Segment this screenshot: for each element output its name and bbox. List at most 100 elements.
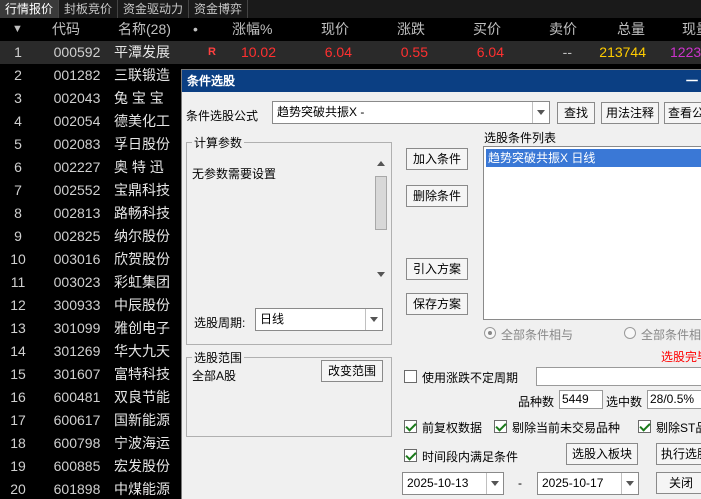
chevron-down-icon[interactable] [486,473,503,494]
radio-all-and-label: 全部条件相与 [501,328,574,342]
params-scrollbar[interactable] [374,158,388,280]
cell-code: 301607 [53,366,101,382]
change-range-button[interactable]: 改变范围 [321,360,383,382]
header-cur-volume[interactable]: 现量 [682,18,701,41]
cell-name: 平潭发展 [114,44,170,60]
cell-index: 7 [14,182,22,198]
header-name[interactable]: 名称(28) [118,18,171,41]
exclude-untraded-label: 剔除当前未交易品种 [512,421,621,435]
cell-name: 路畅科技 [114,205,170,221]
table-row[interactable]: 1 000592 平潭发展 R 10.02 6.04 0.55 6.04 -- 213744 122… [0,41,701,64]
header-volume[interactable]: 总量 [617,18,645,41]
date-separator: - [518,476,522,490]
use-period-checkbox[interactable] [404,370,417,383]
cell-index: 15 [10,366,26,382]
sort-arrow-icon[interactable]: ▼ [12,18,23,41]
cell-index: 13 [10,320,26,336]
params-group-title: 计算参数 [192,134,245,151]
tab-bar: 行情报价 封板竞价 资金驱动力 资金博弈 [0,0,701,18]
cell-code: 002552 [53,182,101,198]
add-condition-button[interactable]: 加入条件 [406,148,468,170]
formula-select[interactable]: 趋势突破共振X - [272,101,550,124]
exclude-untraded-checkbox[interactable] [494,420,507,433]
condition-list-label: 选股条件列表 [484,131,557,145]
date-to-select[interactable]: 2025-10-17 [537,472,639,495]
dialog-title-bar[interactable]: 条件选股 一 [182,70,701,92]
cell-code: 301269 [53,343,101,359]
cell-change-pct: 10.02 [240,44,276,60]
cell-name: 三联锻造 [114,67,170,83]
header-change[interactable]: 涨跌 [397,18,425,41]
radio-all-or[interactable] [624,327,636,339]
date-to-value: 2025-10-17 [542,476,604,490]
cell-cur-volume: 1223 [670,44,701,60]
condition-list[interactable]: 趋势突破共振X 日线 [483,146,701,320]
scroll-down-icon[interactable] [377,272,385,277]
dialog-title: 条件选股 [187,74,236,88]
condition-list-item[interactable]: 趋势突破共振X 日线 [486,149,701,167]
header-bid[interactable]: 买价 [473,18,501,41]
scroll-thumb[interactable] [375,176,387,230]
header-change-pct[interactable]: 涨幅% [232,18,272,41]
cell-index: 16 [10,389,26,405]
cell-index: 3 [14,90,22,106]
cell-name: 雅创电子 [114,320,170,336]
cell-code: 300933 [53,297,101,313]
minimize-icon[interactable]: 一 [686,70,698,92]
scroll-up-icon[interactable] [377,161,385,166]
tab-fund-drive[interactable]: 资金驱动力 [118,0,190,18]
formula-label: 条件选股公式 [186,109,259,123]
header-code[interactable]: 代码 [52,18,80,41]
cell-name: 华大九天 [114,343,170,359]
period-field[interactable] [536,367,701,386]
import-plan-button[interactable]: 引入方案 [406,258,468,280]
cell-name: 中煤能源 [114,481,170,497]
usage-notes-button[interactable]: 用法注释 [601,102,659,124]
run-select-button[interactable]: 执行选股 [656,443,701,465]
cell-index: 4 [14,113,22,129]
cell-code: 002083 [53,136,101,152]
view-formula-button[interactable]: 查看公 [664,102,701,124]
chevron-down-icon[interactable] [365,309,382,330]
cell-bid: 6.04 [476,44,504,60]
period-select[interactable]: 日线 [255,308,383,331]
tab-fund-game[interactable]: 资金博弈 [189,0,249,18]
find-button[interactable]: 查找 [557,102,595,124]
cell-name: 奥 特 迅 [114,159,164,175]
exclude-st-checkbox[interactable] [638,420,651,433]
range-text: 全部A股 [192,369,237,383]
cell-price: 6.04 [324,44,352,60]
save-plan-button[interactable]: 保存方案 [406,293,468,315]
chevron-down-icon[interactable] [532,102,549,123]
delete-condition-button[interactable]: 删除条件 [406,185,468,207]
cell-code: 002043 [53,90,101,106]
cell-name: 中辰股份 [114,297,170,313]
header-ask[interactable]: 卖价 [549,18,577,41]
cell-code: 002813 [53,205,101,221]
close-button[interactable]: 关闭 [656,472,701,494]
table-header: ▼ 代码 名称(28) • 涨幅% 现价 涨跌 买价 卖价 总量 现量 [0,18,701,41]
time-range-checkbox[interactable] [404,449,417,462]
exclude-st-label: 剔除ST品 [656,421,701,435]
cell-code: 003016 [53,251,101,267]
forward-adjust-checkbox[interactable] [404,420,417,433]
range-group-title: 选股范围 [192,349,245,366]
cell-index: 2 [14,67,22,83]
radio-all-and[interactable] [484,327,496,339]
header-price[interactable]: 现价 [321,18,349,41]
cell-code: 601898 [53,481,101,497]
period-label: 选股周期: [194,316,246,330]
count-value: 5449 [559,390,603,409]
cell-name: 欣贺股份 [114,251,170,267]
cell-name: 彩虹集团 [114,274,170,290]
date-from-select[interactable]: 2025-10-13 [402,472,504,495]
time-range-label: 时间段内满足条件 [422,450,519,464]
tab-quotes[interactable]: 行情报价 [0,0,60,18]
chevron-down-icon[interactable] [621,473,638,494]
add-to-block-button[interactable]: 选股入板块 [566,443,638,465]
cell-index: 6 [14,159,22,175]
cell-ask: -- [562,44,572,60]
cell-index: 11 [10,274,26,290]
tab-limit-bidding[interactable]: 封板竞价 [59,0,119,18]
cell-code: 600885 [53,458,101,474]
